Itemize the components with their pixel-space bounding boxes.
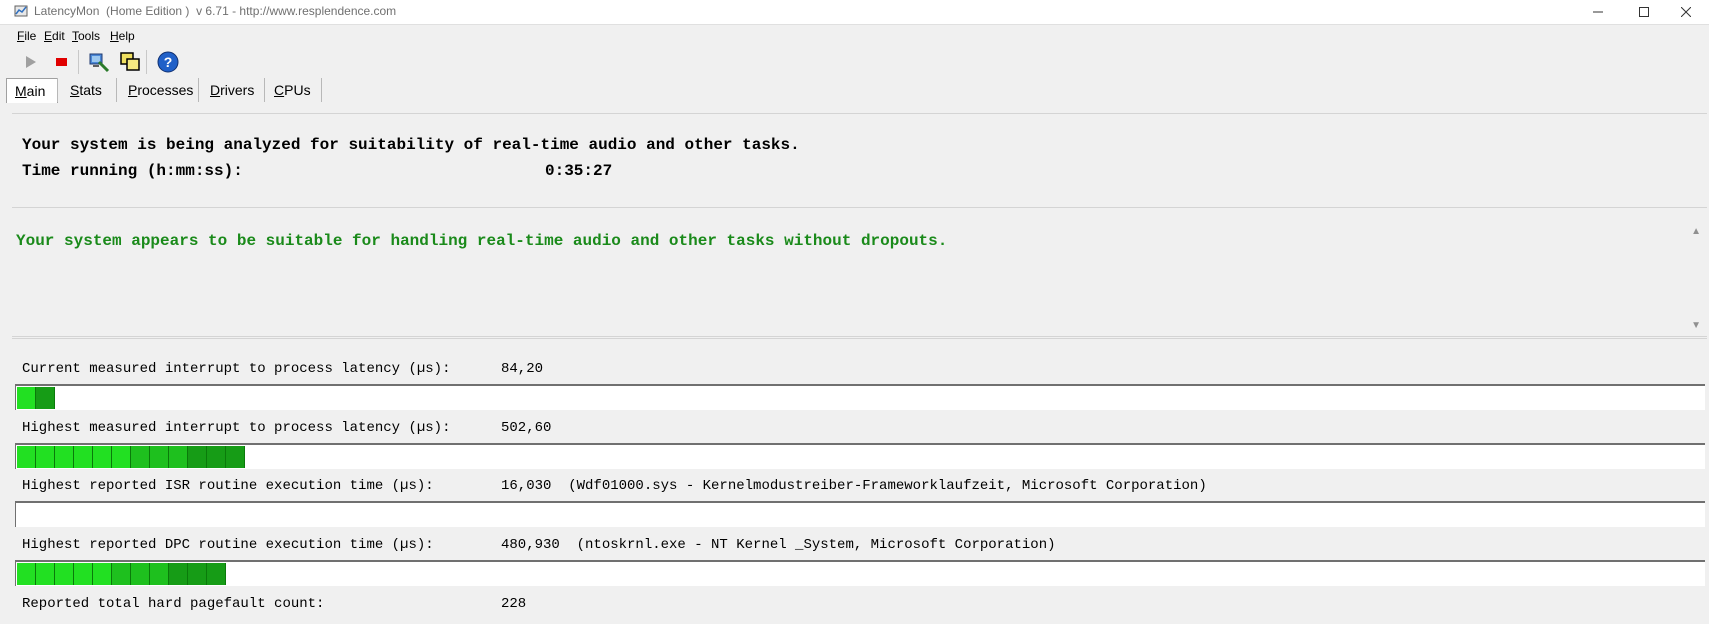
metric-value: 84,20 <box>501 361 544 377</box>
menu-edit[interactable]: Edit <box>44 29 65 43</box>
maximize-icon <box>1639 7 1649 17</box>
window-title: LatencyMon (Home Edition ) v 6.71 - http… <box>34 4 397 18</box>
bar-segment <box>74 446 93 468</box>
status-panel: Your system appears to be suitable for h… <box>12 207 1707 337</box>
bar-segment <box>226 446 245 468</box>
bar-segment <box>55 446 74 468</box>
maximize-button[interactable] <box>1621 0 1667 24</box>
scroll-up-icon[interactable]: ▲ <box>1691 226 1701 237</box>
metric-label: Current measured interrupt to process la… <box>22 361 451 377</box>
summary-panel: Your system is being analyzed for suitab… <box>12 113 1707 206</box>
metrics-panel: Current measured interrupt to process la… <box>12 338 1707 624</box>
app-window: LatencyMon (Home Edition ) v 6.71 - http… <box>0 0 1709 624</box>
metric-value: 228 <box>501 596 527 612</box>
metric-value: 502,60 <box>501 420 552 436</box>
scroll-down-icon[interactable]: ▼ <box>1691 320 1701 331</box>
bar-segment <box>207 563 226 585</box>
help-icon: ? <box>157 51 179 73</box>
bar-segment <box>150 563 169 585</box>
metric-label: Highest reported ISR routine execution t… <box>22 478 434 494</box>
metric-value: 16,030 (Wdf01000.sys - Kernelmodustreibe… <box>501 478 1207 494</box>
tab-cpus[interactable]: C PUs <box>266 78 319 102</box>
toolbar-separator <box>146 50 147 74</box>
tab-divider <box>321 78 322 102</box>
bar-segment <box>36 387 55 409</box>
tab-bar: Main Stats Processes Drivers C PUs <box>0 76 1709 104</box>
minimize-icon <box>1593 11 1603 13</box>
bar-segment <box>17 563 36 585</box>
bar-segment <box>131 563 150 585</box>
bar-segment <box>36 563 55 585</box>
close-button[interactable] <box>1663 0 1709 24</box>
help-button[interactable]: ? <box>156 50 180 74</box>
menu-file[interactable]: File <box>17 29 36 43</box>
analyze-icon <box>89 53 110 73</box>
metric-label: Reported total hard pagefault count: <box>22 596 325 612</box>
bar-segment <box>93 563 112 585</box>
app-icon <box>14 5 28 17</box>
play-icon <box>26 56 36 68</box>
bar-segment <box>131 446 150 468</box>
bar-segment <box>207 446 226 468</box>
title-bar: LatencyMon (Home Edition ) v 6.71 - http… <box>0 0 1709 24</box>
stop-icon <box>56 58 67 66</box>
bar-segment <box>112 446 131 468</box>
minimize-button[interactable] <box>1575 0 1621 24</box>
bar-segment <box>17 387 36 409</box>
windows-icon <box>120 52 140 71</box>
start-button[interactable] <box>18 50 42 74</box>
toolbar-separator <box>78 50 79 74</box>
bar-segment <box>112 563 131 585</box>
tab-drivers[interactable]: Drivers <box>202 78 262 102</box>
latency-bar <box>15 443 1705 469</box>
latency-bar <box>15 501 1705 527</box>
stop-button[interactable] <box>49 50 73 74</box>
metric-label: Highest measured interrupt to process la… <box>22 420 451 436</box>
bar-segment <box>169 446 188 468</box>
cpu-view-button[interactable] <box>118 50 142 74</box>
status-message: Your system appears to be suitable for h… <box>16 232 948 250</box>
tab-processes[interactable]: Processes <box>120 78 201 102</box>
bar-segment <box>74 563 93 585</box>
bar-segment <box>17 446 36 468</box>
bar-segment <box>93 446 112 468</box>
bar-segment <box>169 563 188 585</box>
analyze-button[interactable] <box>87 50 111 74</box>
tab-divider <box>116 78 117 102</box>
bar-segment <box>150 446 169 468</box>
menu-help[interactable]: Help <box>110 29 135 43</box>
time-running-label: Time running (h:mm:ss): <box>22 162 243 180</box>
tab-divider <box>57 78 58 102</box>
bar-segment <box>188 563 207 585</box>
metric-label: Highest reported DPC routine execution t… <box>22 537 434 553</box>
latency-bar <box>15 560 1705 586</box>
analyzing-text: Your system is being analyzed for suitab… <box>22 136 800 154</box>
time-running-value: 0:35:27 <box>545 162 613 180</box>
metric-value: 480,930 (ntoskrnl.exe - NT Kernel _Syste… <box>501 537 1056 553</box>
menu-tools[interactable]: Tools <box>72 29 100 43</box>
bar-segment <box>36 446 55 468</box>
latency-bar <box>15 384 1705 410</box>
tab-divider <box>198 78 199 102</box>
bar-segment <box>55 563 74 585</box>
toolbar: ? <box>0 46 1709 76</box>
tab-main[interactable]: Main <box>6 78 58 103</box>
bar-segment <box>188 446 207 468</box>
tab-divider <box>264 78 265 102</box>
svg-text:?: ? <box>164 54 173 70</box>
tab-stats[interactable]: Stats <box>62 78 110 102</box>
close-icon <box>1681 7 1691 17</box>
menu-bar: File Edit Tools Help <box>0 24 1709 47</box>
